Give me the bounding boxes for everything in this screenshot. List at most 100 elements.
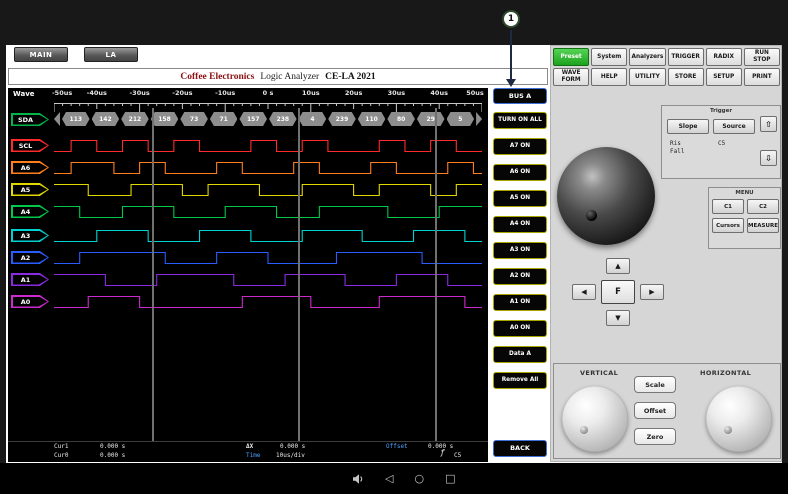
cursor-line[interactable] bbox=[298, 108, 300, 441]
bus-value: 157 bbox=[239, 112, 267, 126]
panel-button-help[interactable]: HELP bbox=[591, 68, 627, 86]
offset-label: Offset bbox=[386, 443, 408, 451]
bus-button-a5-on[interactable]: A5 ON bbox=[493, 190, 547, 207]
panel-button-store[interactable]: STORE bbox=[668, 68, 704, 86]
bus-button-data-a[interactable]: Data A bbox=[493, 346, 547, 363]
down-triangle-icon: ▼ bbox=[615, 314, 620, 322]
panel-button-grid: PresetSystemAnalyzersTRIGGERRADIXRUN STO… bbox=[553, 48, 780, 86]
back-button[interactable]: BACK bbox=[493, 440, 547, 457]
bus-value: 113 bbox=[62, 112, 90, 126]
channel-label-sda[interactable]: SDA bbox=[11, 113, 49, 126]
panel-button-run-stop[interactable]: RUN STOP bbox=[744, 48, 780, 66]
trigger-box-title: Trigger bbox=[662, 108, 780, 114]
panel-button-print[interactable]: PRINT bbox=[744, 68, 780, 86]
dpad-up-button[interactable]: ▲ bbox=[606, 258, 630, 274]
trigger-source-value: C5 bbox=[454, 452, 461, 460]
bus-close-cap-icon bbox=[476, 112, 482, 126]
scale-button[interactable]: Scale bbox=[634, 376, 676, 393]
bus-button-a0-on[interactable]: A0 ON bbox=[493, 320, 547, 337]
bus-button-a6-on[interactable]: A6 ON bbox=[493, 164, 547, 181]
bus-button-turn-on-all[interactable]: TURN ON ALL bbox=[493, 112, 547, 129]
waveform-scl bbox=[54, 138, 482, 154]
bus-button-list: TURN ON ALL A7 ON A6 ON A5 ON A4 ON A3 ON A2 O… bbox=[493, 112, 547, 389]
time-tick-label: 0 s bbox=[263, 89, 274, 97]
panel-button-trigger[interactable]: TRIGGER bbox=[668, 48, 704, 66]
down-arrow-icon: ⇩ bbox=[765, 154, 772, 163]
bus-value: 73 bbox=[180, 112, 208, 126]
tab-main[interactable]: MAIN bbox=[14, 47, 68, 62]
bus-button-a1-on[interactable]: A1 ON bbox=[493, 294, 547, 311]
horizontal-knob[interactable] bbox=[706, 386, 772, 452]
vertical-knob[interactable] bbox=[562, 386, 628, 452]
cursor-line[interactable] bbox=[152, 108, 154, 441]
menu-button-measure[interactable]: MEASURE bbox=[747, 218, 779, 233]
main-knob[interactable] bbox=[557, 147, 655, 245]
recents-icon[interactable]: □ bbox=[445, 473, 455, 484]
bus-channel-row: SDA 1131422121587371157238423911080295 bbox=[8, 112, 488, 127]
panel-button-preset[interactable]: Preset bbox=[553, 48, 589, 66]
time-tick-label: -50us bbox=[52, 89, 72, 97]
control-panel: PresetSystemAnalyzersTRIGGERRADIXRUN STO… bbox=[550, 45, 782, 462]
bus-value: 158 bbox=[151, 112, 179, 126]
bus-button-a3-on[interactable]: A3 ON bbox=[493, 242, 547, 259]
menu-button-cursors[interactable]: Cursors bbox=[712, 218, 744, 233]
bus-value: 71 bbox=[210, 112, 238, 126]
app-name: Logic Analyzer bbox=[260, 72, 319, 82]
home-icon[interactable]: ○ bbox=[414, 473, 424, 484]
channel-label-text: A1 bbox=[11, 273, 40, 286]
channel-label-text: A5 bbox=[11, 183, 40, 196]
dpad-left-button[interactable]: ◀ bbox=[572, 284, 596, 300]
trigger-down-button[interactable]: ⇩ bbox=[760, 150, 777, 166]
panel-button-wave-form[interactable]: WAVE FORM bbox=[553, 68, 589, 86]
trigger-up-button[interactable]: ⇧ bbox=[760, 116, 777, 132]
channel-label-text: A0 bbox=[11, 295, 40, 308]
bus-button-a7-on[interactable]: A7 ON bbox=[493, 138, 547, 155]
waveform-a5 bbox=[54, 182, 482, 198]
brand-name: Coffee Electronics bbox=[180, 72, 254, 82]
slope-button[interactable]: Slope bbox=[667, 119, 709, 134]
source-button[interactable]: Source bbox=[713, 119, 755, 134]
bus-value: 238 bbox=[269, 112, 297, 126]
channel-row-a2: A2 bbox=[8, 250, 488, 266]
channel-label-a0[interactable]: A0 bbox=[11, 295, 49, 308]
menu-button-c1[interactable]: C1 bbox=[712, 199, 744, 214]
channel-label-a6[interactable]: A6 bbox=[11, 161, 49, 174]
channel-label-a3[interactable]: A3 bbox=[11, 229, 49, 242]
panel-button-setup[interactable]: SETUP bbox=[706, 68, 742, 86]
bus-value: 212 bbox=[121, 112, 149, 126]
zero-button[interactable]: Zero bbox=[634, 428, 676, 445]
back-icon[interactable]: ◁ bbox=[385, 473, 393, 484]
dpad-down-button[interactable]: ▼ bbox=[606, 310, 630, 326]
channel-row-a1: A1 bbox=[8, 272, 488, 288]
menu-box: MENU C1C2CursorsMEASURE bbox=[708, 187, 781, 249]
cur1-label: Cur1 bbox=[54, 443, 68, 451]
channel-label-a5[interactable]: A5 bbox=[11, 183, 49, 196]
status-separator bbox=[8, 441, 488, 442]
volume-icon[interactable] bbox=[352, 473, 364, 485]
channel-label-a1[interactable]: A1 bbox=[11, 273, 49, 286]
waveform-a3 bbox=[54, 228, 482, 244]
bus-button-a2-on[interactable]: A2 ON bbox=[493, 268, 547, 285]
tab-la[interactable]: LA bbox=[84, 47, 138, 62]
channel-label-a2[interactable]: A2 bbox=[11, 251, 49, 264]
panel-button-analyzers[interactable]: Analyzers bbox=[629, 48, 665, 66]
offset-button[interactable]: Offset bbox=[634, 402, 676, 419]
bus-button-remove-all[interactable]: Remove All bbox=[493, 372, 547, 389]
panel-button-radix[interactable]: RADIX bbox=[706, 48, 742, 66]
menu-button-c2[interactable]: C2 bbox=[747, 199, 779, 214]
panel-button-utility[interactable]: UTILITY bbox=[629, 68, 665, 86]
screen: MAIN LA Coffee Electronics Logic Analyzer… bbox=[0, 0, 788, 494]
cursor-line[interactable] bbox=[435, 108, 437, 441]
top-tabs: MAIN LA bbox=[14, 47, 138, 62]
model-name: CE-LA 2021 bbox=[325, 72, 375, 82]
channel-label-a4[interactable]: A4 bbox=[11, 205, 49, 218]
bus-button-a4-on[interactable]: A4 ON bbox=[493, 216, 547, 233]
cur0-value: 0.000 s bbox=[100, 452, 125, 460]
dpad-function-button[interactable]: F bbox=[601, 280, 635, 304]
dpad-right-button[interactable]: ▶ bbox=[640, 284, 664, 300]
channel-label-scl[interactable]: SCL bbox=[11, 139, 49, 152]
panel-button-system[interactable]: System bbox=[591, 48, 627, 66]
vh-buttons: Scale Offset Zero bbox=[634, 376, 676, 445]
time-tick-label: -40us bbox=[87, 89, 107, 97]
right-triangle-icon: ▶ bbox=[649, 288, 654, 296]
